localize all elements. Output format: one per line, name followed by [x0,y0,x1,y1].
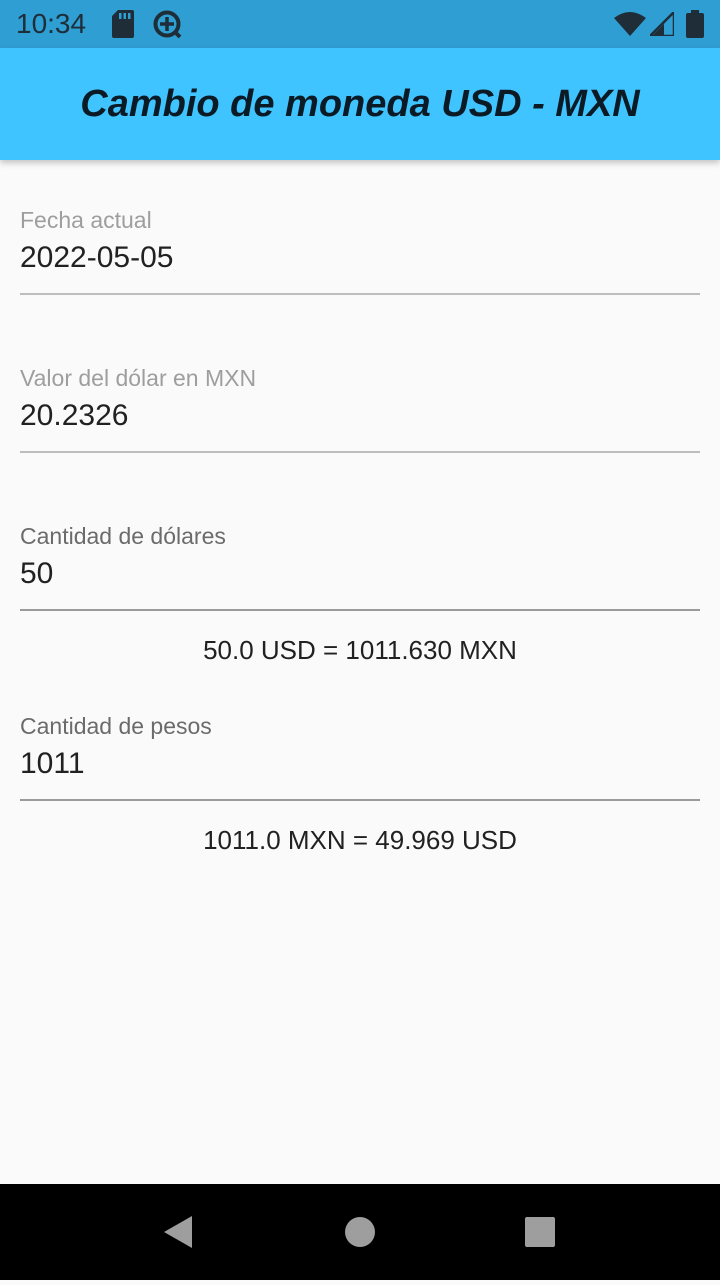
navigation-bar [0,1184,720,1280]
pesos-value[interactable]: 1011 [20,746,85,782]
pesos-label: Cantidad de pesos [20,713,212,739]
wifi-icon [614,12,646,41]
dollars-underline [20,609,700,611]
rate-value: 20.2326 [20,399,129,432]
recents-icon [525,1217,555,1247]
date-field: Fecha actual 2022-05-05 [20,206,700,306]
home-icon [345,1217,375,1247]
date-value: 2022-05-05 [20,241,174,274]
status-time: 10:34 [16,8,87,39]
mxn-to-usd-result: 1011.0 MXN = 49.969 USD [203,825,517,855]
sd-card-icon [112,10,134,43]
pesos-input[interactable]: Cantidad de pesos 1011 [20,712,700,812]
back-button[interactable] [130,1184,226,1280]
data-saver-icon [152,9,182,44]
dollars-input[interactable]: Cantidad de dólares 50 [20,522,700,622]
date-label: Fecha actual [20,207,152,233]
back-icon [164,1216,192,1248]
app-title: Cambio de moneda USD - MXN [80,83,640,125]
signal-icon [648,10,676,41]
pesos-underline [20,799,700,801]
dollars-label: Cantidad de dólares [20,523,226,549]
status-bar: 10:34 [0,0,720,48]
date-underline [20,293,700,295]
converter-form: Fecha actual 2022-05-05 Valor del dólar … [0,160,720,1184]
home-button[interactable] [312,1184,408,1280]
rate-label: Valor del dólar en MXN [20,365,257,391]
rate-field: Valor del dólar en MXN 20.2326 [20,364,700,464]
recents-button[interactable] [492,1184,588,1280]
dollars-value[interactable]: 50 [20,556,53,592]
rate-underline [20,451,700,453]
app-bar: Cambio de moneda USD - MXN [0,48,720,160]
battery-icon [686,10,704,43]
usd-to-mxn-result: 50.0 USD = 1011.630 MXN [203,635,517,665]
